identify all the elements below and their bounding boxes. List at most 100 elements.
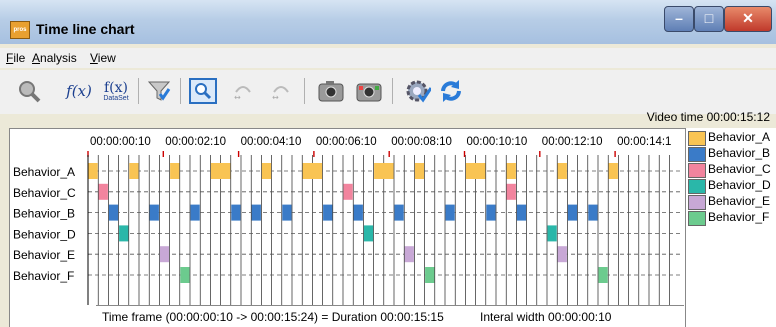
zoom-window-button[interactable]: [188, 76, 218, 106]
timeline-bar: [425, 267, 435, 283]
timeline-footer: Time frame (00:00:00:10 -> 00:00:15:24) …: [96, 305, 684, 327]
toolbar-separator: [180, 78, 181, 104]
tick-label: 00:00:02:10: [165, 136, 226, 148]
timeline-bar: [506, 163, 516, 179]
timeline-bar: [486, 204, 496, 221]
filter-button[interactable]: [144, 76, 174, 106]
timeline-bar: [353, 204, 363, 221]
legend-item: Behavior_D: [686, 178, 776, 194]
timeline-bar: [98, 183, 108, 200]
timeline-chart: 00:00:00:10 00:00:02:10 00:00:04:10 00:00:0…: [9, 128, 686, 327]
fit-width-alt-icon: ↔: [272, 86, 289, 102]
camera-color-button[interactable]: [354, 76, 384, 106]
timeline-bar: [404, 246, 414, 263]
timeline-bar: [251, 204, 261, 221]
timeline-bar: [119, 225, 129, 242]
function-dataset-icon: f(x): [103, 79, 128, 96]
tick-label: 00:00:12:10: [542, 136, 603, 148]
filter-icon: [147, 81, 171, 101]
window-title: Time line chart: [36, 21, 135, 37]
timeline-bar: [608, 163, 618, 179]
menu-view[interactable]: View: [90, 51, 116, 65]
tick-label: 00:00:10:10: [467, 136, 528, 148]
minimize-icon: –: [675, 10, 683, 26]
tick-label: 00:00:14:1: [617, 136, 671, 148]
timeline-bar: [363, 225, 374, 242]
timeline-bar: [170, 163, 180, 179]
legend-label: Behavior_B: [708, 146, 771, 160]
tick-label: 00:00:06:10: [316, 136, 377, 148]
toolbar: f(x) f(x) DataSet ↔ ↔: [0, 70, 776, 114]
tick-label: 00:00:00:10: [90, 136, 151, 148]
legend-label: Behavior_F: [708, 210, 770, 224]
row-label: Behavior_E: [13, 248, 75, 262]
camera-color-icon: [356, 83, 382, 102]
timeline-bar: [465, 163, 486, 179]
function-dataset-button[interactable]: f(x) DataSet: [96, 76, 136, 106]
legend-swatch: [688, 131, 706, 146]
legend-swatch: [688, 147, 706, 162]
row-label: Behavior_D: [13, 227, 76, 241]
magnifier-icon: [19, 81, 41, 103]
toolbar-separator: [392, 78, 393, 104]
title-bar[interactable]: pros Time line chart – □ ✕: [0, 0, 776, 44]
svg-text:↔: ↔: [272, 93, 279, 102]
video-time-readout: Video time 00:00:15:12: [646, 110, 770, 124]
fit-width-alt-button[interactable]: ↔: [266, 76, 296, 106]
legend-label: Behavior_A: [708, 130, 771, 144]
timeline-bar: [506, 183, 516, 200]
settings-gear-icon: [406, 80, 431, 103]
timeline-bar: [374, 163, 394, 179]
refresh-icon: [441, 80, 461, 102]
timeline-bar: [567, 204, 578, 221]
legend-swatch: [688, 179, 706, 194]
legend-label: Behavior_C: [708, 162, 771, 176]
magnifier-button[interactable]: [14, 76, 44, 106]
minimize-button[interactable]: –: [664, 6, 694, 32]
timeline-bar: [88, 163, 98, 179]
row-label: Behavior_C: [13, 186, 76, 200]
legend-item: Behavior_C: [686, 162, 776, 178]
timeline-bar: [210, 163, 231, 179]
legend-item: Behavior_E: [686, 194, 776, 210]
legend-swatch: [688, 163, 706, 178]
close-button[interactable]: ✕: [724, 6, 772, 32]
row-label: Behavior_F: [13, 269, 74, 283]
timeline-bar: [343, 183, 353, 200]
menu-analysis[interactable]: Analysis: [32, 51, 77, 65]
timeline-bar: [180, 267, 190, 283]
timeline-bar: [108, 204, 119, 221]
legend-label: Behavior_E: [708, 194, 771, 208]
menu-file[interactable]: File: [6, 51, 25, 65]
timeline-bar: [598, 267, 608, 283]
time-frame-text: Time frame (00:00:00:10 -> 00:00:15:24) …: [102, 310, 444, 324]
camera-icon: [318, 81, 344, 102]
legend-item: Behavior_F: [686, 210, 776, 226]
settings-button[interactable]: [402, 76, 432, 106]
function-button[interactable]: f(x): [62, 76, 96, 106]
timeline-bar: [282, 204, 292, 221]
legend-label: Behavior_D: [708, 178, 771, 192]
legend-swatch: [688, 195, 706, 210]
maximize-button[interactable]: □: [694, 6, 724, 32]
legend: Behavior_A Behavior_B Behavior_C Behavio…: [686, 128, 776, 327]
timeline-bar: [159, 246, 170, 263]
legend-swatch: [688, 211, 706, 226]
svg-text:↔: ↔: [234, 93, 241, 102]
timeline-bar: [129, 163, 139, 179]
legend-item: Behavior_A: [686, 130, 776, 146]
app-window: pros Time line chart – □ ✕ File Analysis…: [0, 0, 776, 327]
timeline-bar: [588, 204, 598, 221]
legend-item: Behavior_B: [686, 146, 776, 162]
timeline-bar: [414, 163, 425, 179]
timeline-bar: [190, 204, 200, 221]
refresh-button[interactable]: [436, 76, 466, 106]
fit-width-button[interactable]: ↔: [228, 76, 258, 106]
tick-label: 00:00:04:10: [241, 136, 302, 148]
maximize-icon: □: [704, 10, 714, 26]
timeline-bar: [231, 204, 241, 221]
interval-width-text: Interal width 00:00:00:10: [480, 310, 612, 324]
toolbar-separator: [138, 78, 139, 104]
camera-button[interactable]: [316, 76, 346, 106]
row-label: Behavior_A: [13, 165, 75, 179]
